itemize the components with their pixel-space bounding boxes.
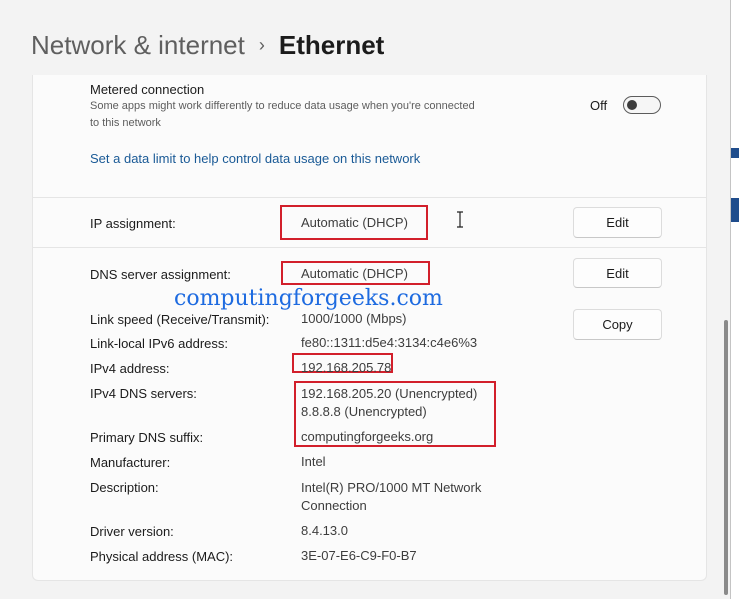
- property-label: IPv4 address:: [90, 361, 170, 376]
- breadcrumb: Network & internet › Ethernet: [31, 30, 384, 61]
- copy-properties-button[interactable]: Copy: [573, 309, 662, 340]
- property-value: Intel: [301, 454, 326, 469]
- edit-dns-assignment-button[interactable]: Edit: [573, 258, 662, 288]
- scrollbar-thumb[interactable]: [724, 320, 728, 595]
- edit-ip-assignment-button[interactable]: Edit: [573, 207, 662, 238]
- section-divider: [33, 197, 706, 198]
- adjacent-window-marker: [731, 148, 739, 158]
- i-beam-cursor-icon: [457, 211, 463, 228]
- metered-connection-toggle[interactable]: [623, 96, 661, 114]
- property-value: 8.4.13.0: [301, 523, 348, 538]
- property-value: Connection: [301, 498, 367, 513]
- property-label: Primary DNS suffix:: [90, 430, 204, 445]
- property-value: fe80::1311:d5e4:3134:c4e6%3: [301, 335, 478, 350]
- property-label: Description:: [90, 480, 159, 495]
- property-label: IPv4 DNS servers:: [90, 386, 197, 401]
- property-value: 1000/1000 (Mbps): [301, 311, 407, 326]
- property-value: computingforgeeks.org: [301, 429, 434, 444]
- property-label: Driver version:: [90, 524, 174, 539]
- adjacent-window-marker: [731, 198, 739, 222]
- adjacent-window-edge: [730, 0, 739, 599]
- property-value: 3E-07-E6-C9-F0-B7: [301, 548, 417, 563]
- metered-connection-title: Metered connection: [90, 82, 205, 97]
- property-label: Link-local IPv6 address:: [90, 336, 229, 351]
- property-value: 192.168.205.78: [301, 360, 392, 375]
- page-title: Ethernet: [278, 30, 385, 60]
- toggle-knob: [627, 100, 637, 110]
- ip-assignment-value: Automatic (DHCP): [301, 215, 408, 230]
- chevron-right-icon: ›: [258, 35, 265, 55]
- dns-assignment-value: Automatic (DHCP): [301, 266, 408, 281]
- metered-toggle-state: Off: [590, 98, 608, 113]
- section-divider: [33, 247, 706, 248]
- ip-assignment-label: IP assignment:: [90, 216, 176, 231]
- watermark-text: computingforgeeks.com: [174, 286, 443, 311]
- property-label: Physical address (MAC):: [90, 549, 234, 564]
- property-value: 8.8.8.8 (Unencrypted): [301, 404, 427, 419]
- property-value: Intel(R) PRO/1000 MT Network: [301, 480, 482, 495]
- set-data-limit-link[interactable]: Set a data limit to help control data us…: [90, 151, 420, 166]
- metered-connection-description: Some apps might work differently to redu…: [90, 100, 475, 129]
- dns-assignment-label: DNS server assignment:: [90, 267, 231, 282]
- property-label: Link speed (Receive/Transmit):: [90, 312, 270, 327]
- breadcrumb-parent[interactable]: Network & internet: [31, 30, 245, 60]
- property-label: Manufacturer:: [90, 455, 171, 470]
- property-value: 192.168.205.20 (Unencrypted): [301, 386, 478, 401]
